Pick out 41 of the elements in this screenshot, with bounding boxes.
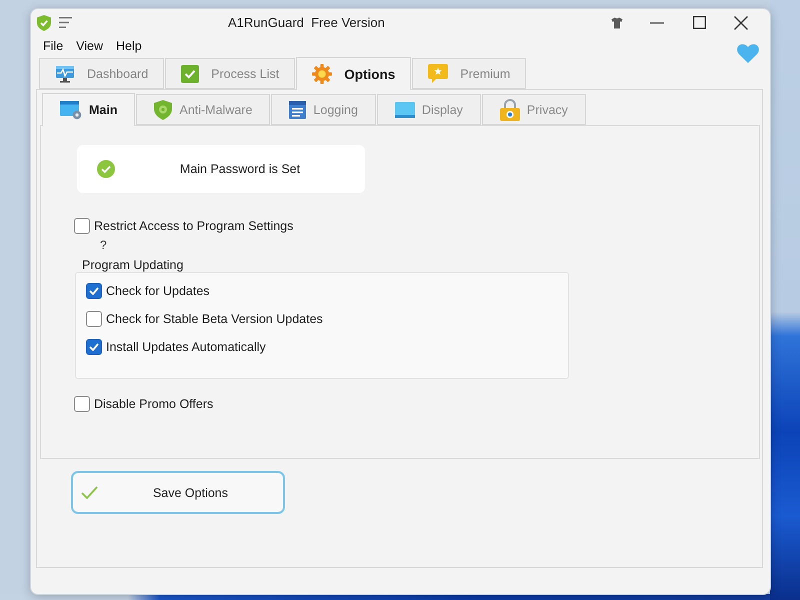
checkbox-label: Check for Stable Beta Version Updates xyxy=(106,312,323,326)
password-status-text: Main Password is Set xyxy=(178,162,302,176)
window-gear-icon xyxy=(60,100,82,120)
checkbox[interactable] xyxy=(74,218,90,234)
padlock-icon xyxy=(500,98,520,120)
menu-item[interactable]: View xyxy=(75,36,104,57)
window-title: A1RunGuard Free Version xyxy=(228,15,385,30)
save-options-button[interactable]: Save Options xyxy=(71,471,285,514)
checkbox-label: Install Updates Automatically xyxy=(106,340,266,354)
check-icon xyxy=(81,486,98,499)
checkbox-label: Disable Promo Offers xyxy=(94,397,214,411)
menu-icon[interactable] xyxy=(59,17,72,28)
checkbox-label: Check for Updates xyxy=(106,284,210,298)
group-title: Program Updating xyxy=(82,258,184,272)
checkmark-icon xyxy=(89,343,99,351)
tab[interactable]: Options xyxy=(296,57,412,90)
star-bubble-icon xyxy=(428,64,448,83)
document-icon xyxy=(289,100,306,118)
check-circle-icon xyxy=(97,160,115,178)
minimize-icon xyxy=(650,22,664,24)
menu-item[interactable]: Help xyxy=(115,36,143,57)
checkbox[interactable] xyxy=(86,339,102,355)
heart-button[interactable] xyxy=(737,44,759,63)
checkbox[interactable] xyxy=(74,396,90,412)
shield-icon xyxy=(37,14,51,30)
maximize-icon xyxy=(692,16,706,29)
gear-icon xyxy=(312,64,332,84)
checkbox[interactable] xyxy=(86,283,102,299)
heart-icon xyxy=(737,44,759,63)
help-link[interactable]: ? xyxy=(100,238,107,252)
checkmark-icon xyxy=(89,287,99,295)
monitor-icon xyxy=(55,64,75,82)
close-icon xyxy=(734,16,748,30)
checkbox-label: Restrict Access to Program Settings xyxy=(94,219,294,233)
screen-icon xyxy=(394,102,415,118)
menu-item[interactable]: File xyxy=(42,36,64,57)
checkbox[interactable] xyxy=(86,311,102,327)
check-square-icon xyxy=(181,64,200,82)
sub-tab[interactable]: Main xyxy=(42,93,136,126)
shirt-icon xyxy=(611,16,623,28)
shield-icon xyxy=(154,100,172,120)
